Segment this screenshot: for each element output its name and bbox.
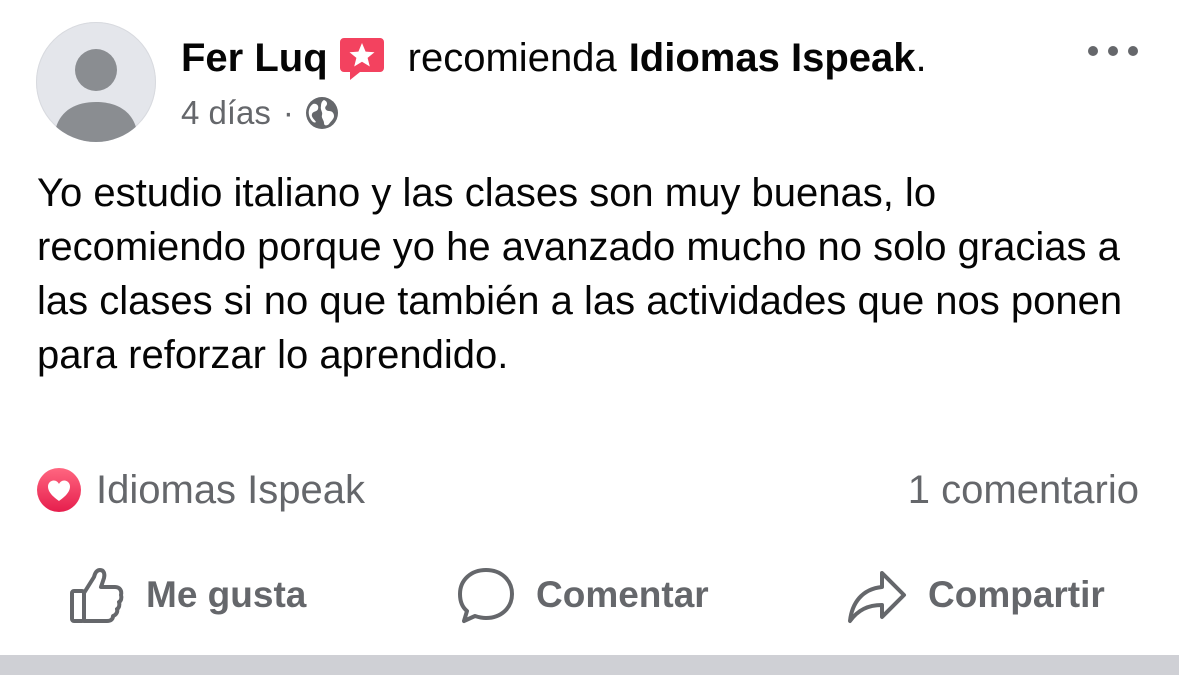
comment-bubble-icon [458, 568, 514, 623]
more-dot [1108, 46, 1118, 56]
recommendation-star-icon [338, 34, 386, 82]
feed-divider [0, 655, 1179, 675]
reaction-names: Idiomas Ispeak [96, 467, 366, 512]
share-arrow-icon [848, 571, 906, 623]
comment-count[interactable]: 1 comentario [908, 462, 1139, 518]
share-label: Compartir [928, 574, 1105, 615]
page-name-link[interactable]: Idiomas Ispeak [629, 34, 916, 82]
like-label: Me gusta [146, 574, 307, 615]
recommendation-post: Fer Luq recomienda Idiomas Ispeak. 4 día… [0, 0, 1179, 655]
heart-reaction-icon [37, 468, 81, 512]
comment-label: Comentar [536, 574, 709, 615]
recommend-verb: recomienda [407, 36, 617, 80]
header-period: . [915, 36, 927, 80]
more-dot [1088, 46, 1098, 56]
avatar[interactable] [36, 22, 156, 142]
more-dot [1128, 46, 1138, 56]
post-timestamp[interactable]: 4 días [181, 92, 271, 134]
more-options-icon[interactable] [1088, 36, 1138, 66]
globe-icon[interactable] [304, 95, 340, 131]
like-button[interactable]: Me gusta [68, 560, 306, 630]
comment-button[interactable]: Comentar [456, 560, 709, 630]
post-header: Fer Luq recomienda Idiomas Ispeak. [181, 34, 927, 82]
meta-separator: · [282, 94, 294, 131]
default-avatar-icon [54, 49, 138, 142]
author-name[interactable]: Fer Luq [181, 34, 328, 82]
thumbs-up-icon [70, 568, 124, 623]
action-bar: Me gusta Comentar Compartir [0, 560, 1179, 630]
post-body-text: Yo estudio italiano y las clases son muy… [37, 171, 1123, 377]
share-button[interactable]: Compartir [846, 560, 1105, 630]
reaction-summary[interactable]: Idiomas Ispeak [36, 462, 365, 518]
post-meta: 4 días · [181, 92, 340, 134]
